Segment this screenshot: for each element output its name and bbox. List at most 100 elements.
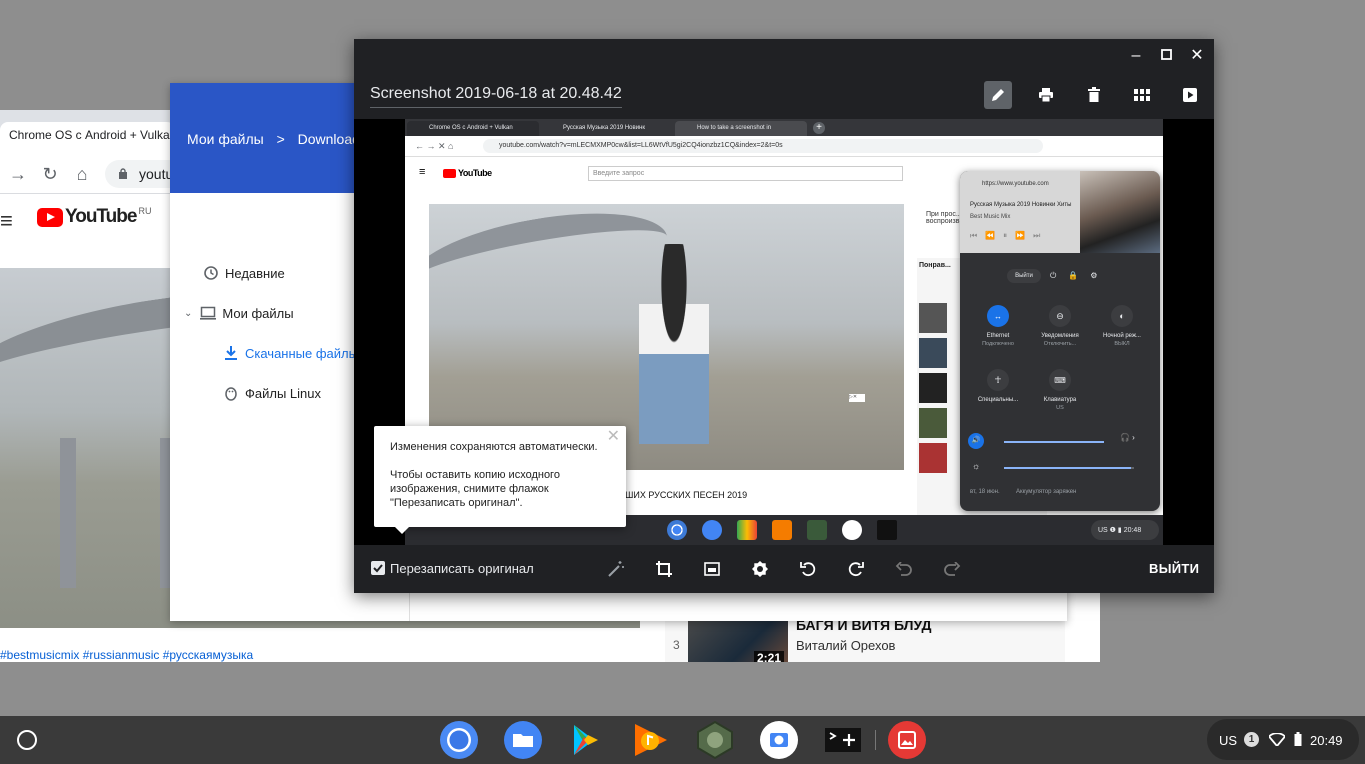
close-icon[interactable]: ✕ [1187, 47, 1207, 65]
image-title[interactable]: Screenshot 2019-06-18 at 20.48.42 [370, 85, 622, 108]
sidebar-item-label: Скачанные файлы [245, 345, 358, 361]
close-icon[interactable]: ✕ [607, 429, 620, 445]
trash-icon [1088, 87, 1100, 102]
sidebar-item-recent[interactable]: Недавние [203, 265, 285, 281]
slideshow-button[interactable] [1176, 81, 1204, 109]
aspect-ratio-icon [704, 562, 720, 576]
rec-channel[interactable]: Виталий Орехов [796, 638, 895, 653]
chrome-icon[interactable] [439, 720, 479, 760]
tooltip-line2: Чтобы оставить копию исходного изображен… [390, 469, 560, 509]
chrome-tab[interactable]: Chrome OS с Android + Vulkan [0, 122, 175, 154]
grid-icon [1134, 89, 1150, 101]
battery-icon [1294, 732, 1302, 746]
notification-count-badge: 1 [1244, 732, 1259, 747]
maximize-icon[interactable] [1156, 47, 1176, 65]
sidebar-item-label: Мои файлы [222, 305, 294, 321]
sidebar-item-label: Недавние [225, 265, 285, 281]
brightness-button[interactable] [748, 557, 772, 581]
clock: 20:49 [1310, 733, 1343, 748]
shot-tab: Русская Музыка 2019 Новинк [563, 125, 645, 131]
breadcrumb-separator: > [276, 131, 285, 147]
shot-tab-strip: Chrome OS с Android + Vulkan Русская Муз… [405, 119, 1163, 136]
pencil-icon [992, 89, 1004, 101]
grid-view-button[interactable] [1128, 81, 1156, 109]
gallery-icon[interactable] [887, 720, 927, 760]
play-store-icon[interactable] [567, 720, 607, 760]
print-button[interactable] [1032, 81, 1060, 109]
reload-icon[interactable]: ↻ [38, 162, 62, 186]
redo-icon [944, 562, 961, 576]
minimize-icon[interactable]: – [1126, 47, 1146, 65]
breadcrumb-root[interactable]: Мои файлы [187, 131, 264, 147]
exit-button[interactable]: ВЫЙТИ [1149, 561, 1199, 576]
forward-icon[interactable]: → [6, 162, 30, 186]
sidebar-item-my-files[interactable]: ⌄ Мои файлы [184, 305, 294, 321]
redo-button[interactable] [940, 557, 964, 581]
menu-icon[interactable]: ≡ [0, 208, 13, 234]
tooltip-line1: Изменения сохраняются автоматически. [390, 441, 598, 453]
lock-icon [119, 168, 127, 179]
editor-toolbar: Перезаписать оригинал ВЫЙТИ [354, 545, 1214, 593]
youtube-play-icon [37, 207, 63, 227]
undo-icon [895, 562, 912, 576]
autosave-tooltip: ✕ Изменения сохраняются автоматически. Ч… [374, 426, 626, 534]
camera-icon[interactable] [759, 720, 799, 760]
shot-media-controls: https://www.youtube.com Русская Музыка 2… [960, 171, 1160, 253]
shot-youtube-logo: YouTube [443, 168, 492, 178]
rotate-right-icon [848, 562, 864, 577]
undo-button[interactable] [892, 557, 916, 581]
video-pillar-shape [60, 438, 76, 588]
penguin-icon [225, 387, 237, 401]
overwrite-checkbox[interactable] [371, 561, 385, 575]
aspect-button[interactable] [700, 557, 724, 581]
computer-icon [200, 306, 217, 320]
files-icon[interactable] [503, 720, 543, 760]
crop-button[interactable] [652, 557, 676, 581]
shot-tab: Chrome OS с Android + Vulkan [407, 121, 539, 136]
shot-quick-settings: https://www.youtube.com Русская Музыка 2… [960, 171, 1160, 511]
youtube-logo[interactable]: YouTube RU [37, 206, 151, 228]
wifi-icon [1269, 733, 1285, 746]
overwrite-label[interactable]: Перезаписать оригинал [390, 561, 534, 576]
sidebar-item-linux[interactable]: Файлы Linux [223, 385, 321, 401]
youtube-region: RU [138, 206, 152, 216]
crop-icon [656, 561, 672, 577]
sidebar-item-label: Файлы Linux [245, 385, 321, 401]
new-tab-icon: + [813, 122, 825, 134]
shelf: US 1 20:49 [0, 716, 1365, 764]
shot-search-input: Введите запрос [588, 166, 903, 181]
shot-toolbar: ← → ✕ ⌂ youtube.com/watch?v=mLECMXMP0cw&… [405, 136, 1163, 157]
clock-icon [204, 266, 218, 280]
video-hashtags[interactable]: #bestmusicmix #russianmusic #русскаямузы… [0, 648, 253, 662]
address-text: youtu [139, 166, 174, 182]
status-tray[interactable]: US 1 20:49 [1207, 719, 1359, 760]
rotate-left-button[interactable] [796, 557, 820, 581]
rec-duration: 2:21 [753, 651, 784, 662]
shot-address-bar: youtube.com/watch?v=mLECMXMP0cw&list=LL6… [483, 139, 1043, 153]
delete-button[interactable] [1080, 81, 1108, 109]
shelf-divider [875, 730, 876, 750]
game-icon[interactable] [695, 720, 735, 760]
edit-button[interactable] [984, 81, 1012, 109]
youtube-wordmark: YouTube [65, 206, 137, 227]
chevron-down-icon[interactable]: ⌄ [184, 308, 192, 319]
download-icon [225, 346, 237, 360]
terminal-icon[interactable] [823, 720, 863, 760]
printer-icon [1039, 88, 1053, 103]
shot-menu-icon: ≡ [419, 166, 426, 178]
magic-wand-icon [608, 561, 624, 577]
rotate-right-button[interactable] [844, 557, 868, 581]
tooltip-tail [394, 526, 410, 534]
breadcrumb: Мои файлы > Downloads [187, 131, 367, 147]
play-music-icon[interactable] [631, 720, 671, 760]
launcher-icon[interactable] [17, 730, 37, 750]
sidebar-item-downloads[interactable]: Скачанные файлы [223, 345, 358, 361]
home-icon[interactable]: ⌂ [70, 162, 94, 186]
rec-thumbnail[interactable]: 2:21 [688, 617, 788, 662]
check-icon [373, 564, 383, 573]
shot-back-icon: ← → ✕ ⌂ [415, 141, 454, 151]
ime-indicator: US [1219, 733, 1238, 748]
auto-fix-button[interactable] [604, 557, 628, 581]
brightness-icon [752, 561, 768, 577]
rec-index: 3 [673, 638, 680, 652]
